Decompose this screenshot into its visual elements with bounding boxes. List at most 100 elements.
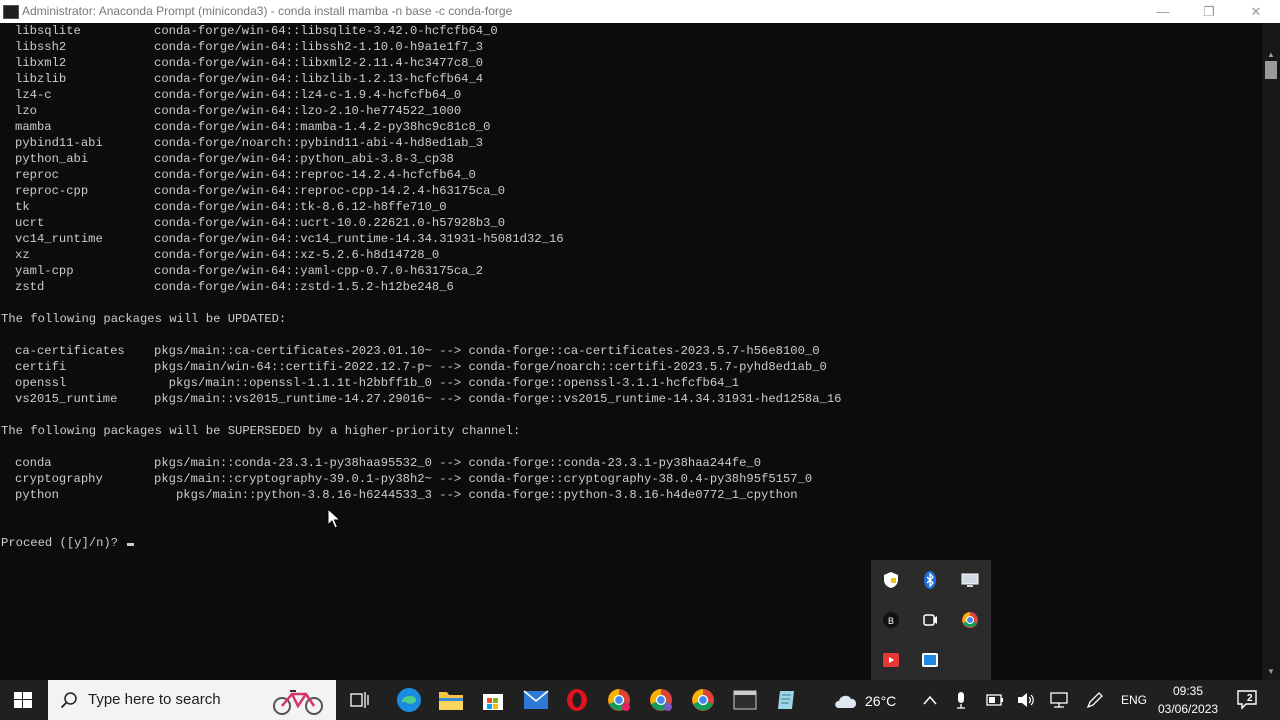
mail-icon[interactable]: [523, 690, 549, 710]
package-name: reproc-cpp: [15, 184, 89, 198]
package-name: yaml-cpp: [15, 264, 74, 278]
task-view-icon[interactable]: [350, 691, 370, 709]
edge-icon[interactable]: [396, 687, 422, 713]
chevron-up-icon[interactable]: [923, 694, 937, 706]
package-spec: conda-forge/win-64::reproc-14.2.4-hcfcfb…: [154, 168, 476, 182]
package-spec: conda-forge/win-64::libzlib-1.2.13-hcfcf…: [154, 72, 484, 86]
security-shield-icon[interactable]: [881, 570, 901, 590]
package-name: ucrt: [15, 216, 45, 230]
chrome-profile-icon[interactable]: [649, 688, 673, 712]
package-name: reproc: [15, 168, 59, 182]
package-spec: conda-forge/win-64::vc14_runtime-14.34.3…: [154, 232, 564, 246]
package-name: libsqlite: [15, 24, 81, 38]
proceed-prompt[interactable]: Proceed ([y]/n)?: [1, 535, 135, 551]
package-name: mamba: [15, 120, 52, 134]
superseded-header: The following packages will be SUPERSEDE…: [1, 424, 521, 438]
package-name: lz4-c: [15, 88, 52, 102]
scrollbar-thumb[interactable]: [1265, 61, 1277, 79]
package-name: conda: [15, 456, 52, 470]
terminal-icon[interactable]: [733, 690, 757, 710]
package-spec: conda-forge/win-64::libxml2-2.11.4-hc347…: [154, 56, 484, 70]
scroll-down-arrow-icon[interactable]: ▼: [1262, 663, 1280, 680]
network-icon[interactable]: [1049, 692, 1069, 708]
package-spec: pkgs/main::openssl-1.1.1t-h2bbff1b_0 -->…: [154, 376, 740, 390]
package-name: xz: [15, 248, 30, 262]
speaker-icon[interactable]: [1017, 692, 1035, 708]
notepad-icon[interactable]: [775, 688, 799, 712]
package-spec: conda-forge/win-64::lzo-2.10-he774522_10…: [154, 104, 462, 118]
weather-cloud-icon[interactable]: [832, 689, 860, 711]
microphone-icon[interactable]: [955, 691, 967, 709]
magnifier-icon: [60, 692, 77, 709]
prompt-text: Proceed ([y]/n)?: [1, 536, 126, 550]
package-name: lzo: [15, 104, 37, 118]
recorder-icon[interactable]: [881, 650, 901, 670]
microsoft-store-icon[interactable]: [481, 688, 505, 712]
package-name: python: [15, 488, 59, 502]
chrome-profile-icon[interactable]: [607, 688, 631, 712]
package-spec: pkgs/main::vs2015_runtime-14.27.29016~ -…: [154, 392, 842, 406]
window-title-bar[interactable]: Administrator: Anaconda Prompt (minicond…: [0, 0, 1280, 23]
minimize-button[interactable]: —: [1140, 0, 1186, 23]
package-spec: pkgs/main::ca-certificates-2023.01.10~ -…: [154, 344, 820, 358]
app-tray-icon[interactable]: B: [881, 610, 901, 630]
maximize-button[interactable]: ❐: [1186, 0, 1232, 23]
package-spec: conda-forge/win-64::mamba-1.4.2-py38hc9c…: [154, 120, 491, 134]
package-spec: pkgs/main::python-3.8.16-h6244533_3 --> …: [154, 488, 798, 502]
close-button[interactable]: ✕: [1233, 0, 1279, 23]
updated-header: The following packages will be UPDATED:: [1, 312, 287, 326]
package-name: zstd: [15, 280, 45, 294]
windows-start-icon[interactable]: [14, 692, 32, 708]
display-icon[interactable]: [960, 570, 980, 590]
tray-overflow-panel: B: [871, 560, 991, 680]
weather-temperature[interactable]: 26°C: [865, 693, 896, 709]
package-spec: conda-forge/win-64::python_abi-3.8-3_cp3…: [154, 152, 454, 166]
bicycle-search-highlight-icon: [273, 690, 323, 715]
package-name: vc14_runtime: [15, 232, 103, 246]
package-name: tk: [15, 200, 30, 214]
console-output[interactable]: libsqlite conda-forge/win-64::libsqlite-3…: [0, 23, 1262, 680]
package-name: libxml2: [15, 56, 67, 70]
package-name: certifi: [15, 360, 67, 374]
window-title: Administrator: Anaconda Prompt (minicond…: [22, 4, 513, 18]
vertical-scrollbar[interactable]: ▲ ▼: [1262, 23, 1280, 680]
package-spec: pkgs/main::cryptography-39.0.1-py38h2~ -…: [154, 472, 813, 486]
package-spec: conda-forge/win-64::tk-8.6.12-h8ffe710_0: [154, 200, 447, 214]
console-app-icon: [3, 5, 19, 19]
taskbar: Type here to search 26°C ENG 09:35 03/06…: [0, 680, 1280, 720]
clock-date[interactable]: 03/06/2023: [1158, 702, 1218, 716]
pen-icon[interactable]: [1086, 691, 1104, 709]
package-spec: conda-forge/win-64::yaml-cpp-0.7.0-h6317…: [154, 264, 484, 278]
package-name: cryptography: [15, 472, 103, 486]
package-spec: conda-forge/win-64::libssh2-1.10.0-h9a1e…: [154, 40, 484, 54]
package-spec: conda-forge/noarch::pybind11-abi-4-hd8ed…: [154, 136, 484, 150]
language-indicator[interactable]: ENG: [1121, 693, 1147, 707]
clock-time[interactable]: 09:35: [1173, 684, 1203, 698]
package-name: libzlib: [15, 72, 67, 86]
package-name: vs2015_runtime: [15, 392, 118, 406]
package-spec: conda-forge/win-64::ucrt-10.0.22621.0-h5…: [154, 216, 506, 230]
file-explorer-icon[interactable]: [438, 688, 464, 712]
package-spec: conda-forge/win-64::lz4-c-1.9.4-hcfcfb64…: [154, 88, 462, 102]
chrome-tray-icon[interactable]: [960, 610, 980, 630]
chrome-icon[interactable]: [691, 688, 715, 712]
package-name: openssl: [15, 376, 67, 390]
package-spec: conda-forge/win-64::zstd-1.5.2-h12be248_…: [154, 280, 454, 294]
svg-text:B: B: [888, 616, 894, 626]
search-placeholder: Type here to search: [88, 691, 221, 708]
package-name: python_abi: [15, 152, 89, 166]
package-name: pybind11-abi: [15, 136, 103, 150]
package-spec: pkgs/main::conda-23.3.1-py38haa95532_0 -…: [154, 456, 762, 470]
package-spec: conda-forge/win-64::reproc-cpp-14.2.4-h6…: [154, 184, 506, 198]
search-box[interactable]: Type here to search: [48, 680, 336, 720]
package-spec: conda-forge/win-64::libsqlite-3.42.0-hcf…: [154, 24, 498, 38]
opera-icon[interactable]: [565, 688, 589, 712]
camera-icon[interactable]: [920, 610, 940, 630]
mouse-pointer-icon: [327, 508, 341, 529]
package-spec: conda-forge/win-64::xz-5.2.6-h8d14728_0: [154, 248, 440, 262]
text-cursor: [127, 543, 135, 546]
bluetooth-icon[interactable]: [920, 570, 940, 590]
battery-icon[interactable]: [986, 694, 1004, 706]
package-name: ca-certificates: [15, 344, 125, 358]
screen-capture-icon[interactable]: [920, 650, 940, 670]
